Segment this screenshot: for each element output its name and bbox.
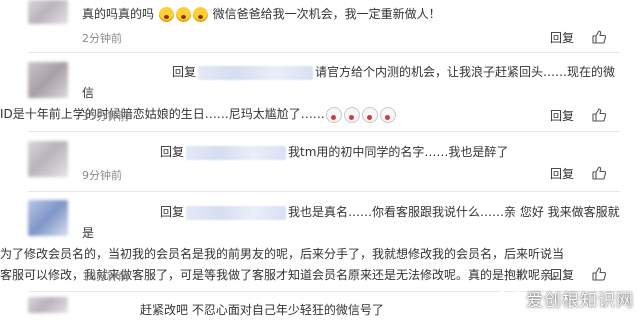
watermark-text: 爱创根知识网	[526, 290, 634, 311]
comment-text-line: 微信爸爸给我一次机会，我一定重新做人！	[212, 7, 441, 21]
blurred-username[interactable]	[186, 145, 287, 160]
reply-prefix: 回复	[160, 145, 185, 159]
flushed-emoji-icon	[192, 7, 208, 22]
comment-text-line: 请官方给个内测的机会，让我浪子赶紧回头……现在的微信	[82, 65, 616, 100]
avatar[interactable]	[28, 200, 68, 236]
timestamp: 2分钟前	[82, 32, 122, 45]
watermark-logo-icon	[499, 287, 521, 309]
comment-text-line: 我tm用的初中同学的名字……我也是醉了	[288, 145, 509, 159]
timestamp: 35分钟前	[82, 110, 129, 123]
flushed-emoji-icon	[175, 7, 191, 22]
comment-text: 回复 我也是真名……你看客服跟我说什么……亲 您好 我来做客服就是 为了修改会员名…	[0, 202, 620, 286]
thumbs-up-icon[interactable]	[591, 29, 607, 45]
shocked-face-icon	[343, 106, 360, 123]
timestamp: 9分钟前	[82, 169, 122, 182]
thumbs-up-icon[interactable]	[591, 266, 607, 282]
avatar[interactable]	[28, 0, 68, 24]
comment-text-line: ID是十年前上学的时候暗恋姑娘的生日……尼玛太尴尬了……	[0, 107, 325, 121]
divider	[28, 131, 620, 132]
shocked-face-icon	[361, 106, 378, 123]
timestamp: 10分钟前	[82, 270, 129, 283]
reply-button[interactable]: 回复	[550, 266, 574, 283]
reply-button[interactable]: 回复	[550, 29, 574, 46]
thumbs-up-icon[interactable]	[591, 165, 607, 181]
reply-button[interactable]: 回复	[550, 165, 574, 182]
comment-text-line: 回复 我也是真名……你看客服跟我说什么……亲 您好 我来做客服就是	[82, 202, 620, 244]
avatar[interactable]	[28, 62, 68, 98]
comment-text-line: 真的吗真的吗	[82, 7, 155, 21]
blurred-username[interactable]	[198, 65, 314, 80]
thumbs-up-icon[interactable]	[591, 107, 607, 123]
comment-text: 回复 请官方给个内测的机会，让我浪子赶紧回头……现在的微信 ID是十年前上学的时候…	[0, 62, 620, 125]
watermark: 爱创根知识网	[498, 285, 634, 311]
shocked-face-icon	[379, 106, 396, 123]
reply-prefix: 回复	[160, 205, 185, 219]
comment-text-line: 回复 请官方给个内测的机会，让我浪子赶紧回头……现在的微信	[82, 62, 620, 104]
blurred-username[interactable]	[186, 205, 287, 220]
comment-text-line: 为了修改会员名的，当初我的会员名是我的前男友的呢，后来分手了，我就想修改我的会员…	[0, 247, 565, 261]
comment-text: 回复 我tm用的初中同学的名字……我也是醉了	[82, 142, 620, 163]
avatar[interactable]	[28, 297, 68, 313]
shocked-face-icon	[325, 106, 342, 123]
divider	[28, 52, 620, 53]
avatar[interactable]	[28, 141, 68, 177]
reply-button[interactable]: 回复	[550, 107, 574, 124]
flushed-emoji-icon	[158, 7, 174, 22]
divider	[28, 191, 620, 192]
comment-text-line: ID是十年前上学的时候暗恋姑娘的生日……尼玛太尴尬了……	[0, 104, 620, 125]
comment-text: 真的吗真的吗 微信爸爸给我一次机会，我一定重新做人！	[82, 4, 620, 25]
reply-prefix: 回复	[172, 65, 197, 79]
